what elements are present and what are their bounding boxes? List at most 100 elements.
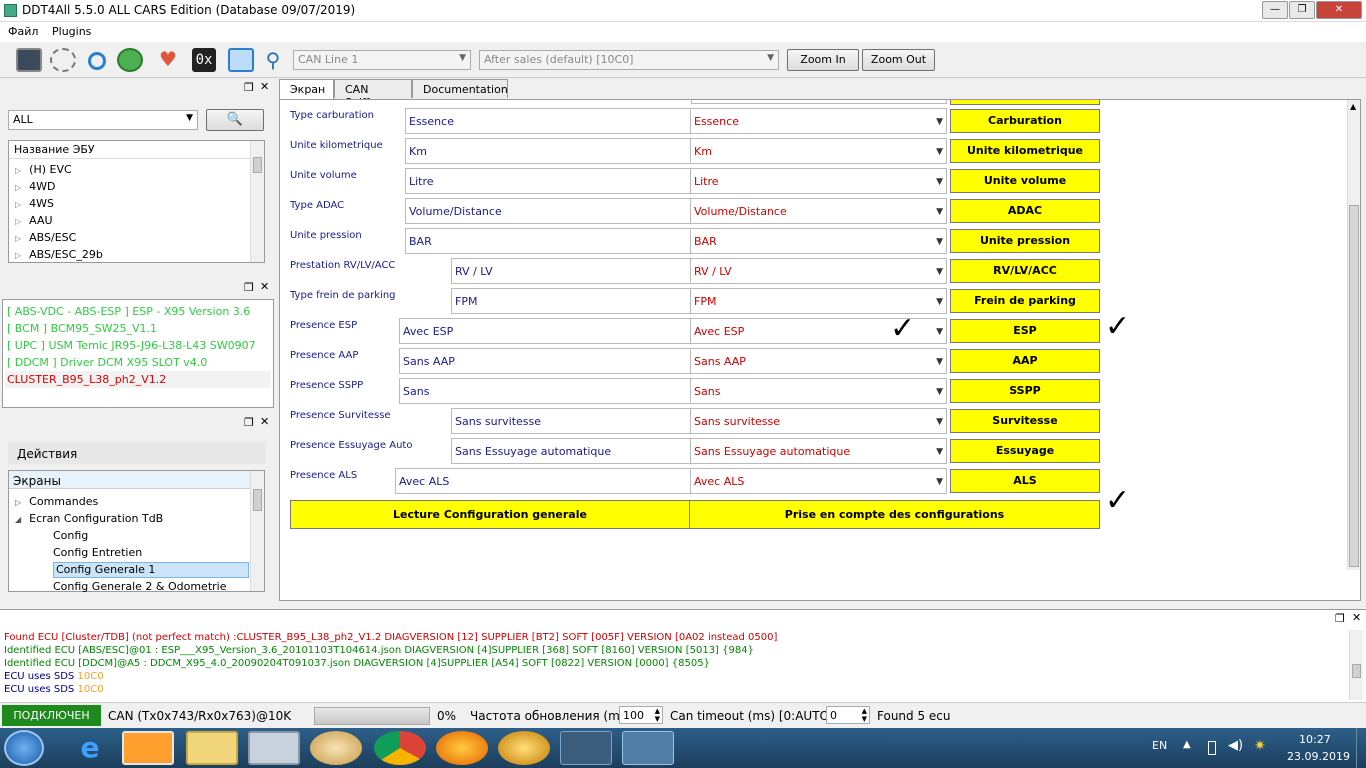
config-row-write-button[interactable]: SSPP	[950, 379, 1100, 403]
config-row-write-button[interactable]: Carburation	[950, 109, 1100, 133]
ecu-list-item[interactable]: [ ABS-VDC - ABS-ESP ] ESP - X95 Version …	[5, 303, 271, 320]
ecu-tree-item[interactable]: ▷ 4WD	[15, 178, 250, 195]
apply-config-button[interactable]: Prise en compte des configurations	[689, 500, 1100, 529]
network-search-icon[interactable]	[228, 48, 254, 72]
screens-tree-item[interactable]: Config Generale 2 & Odometrie	[15, 578, 250, 595]
can-line-select[interactable]: CAN Line 1 ▼	[293, 50, 471, 70]
config-row-select[interactable]: Litre ▼	[690, 168, 947, 194]
zoom-out-button[interactable]: Zoom Out	[862, 49, 935, 71]
menu-file[interactable]: Файл	[8, 25, 38, 38]
ecu-search-button[interactable]: 🔍	[206, 109, 264, 131]
maximize-button[interactable]: ❐	[1289, 1, 1315, 19]
battery-icon[interactable]	[1208, 741, 1216, 755]
ecu-list-item[interactable]: [ UPC ] USM Temic JR95-J96-L38-L43 SW090…	[5, 337, 271, 354]
config-row-select[interactable]: Sans ▼	[690, 378, 947, 404]
config-row-write-button[interactable]: Frein de parking	[950, 289, 1100, 313]
expand-arrow-icon[interactable]: ▷	[15, 217, 21, 226]
ddt4all-taskbar-icon[interactable]	[622, 731, 674, 765]
explorer-icon[interactable]	[186, 731, 238, 765]
scroll-up-icon[interactable]: ▲	[1350, 102, 1356, 111]
chrome-icon[interactable]	[374, 731, 426, 765]
ecu-list-item[interactable]: CLUSTER_B95_L38_ph2_V1.2	[5, 371, 271, 388]
config-row-write-button[interactable]: Unite pression	[950, 229, 1100, 253]
spin-arrows-icon[interactable]: ▲ ▼	[862, 707, 867, 723]
expand-arrow-icon[interactable]: ▷	[15, 166, 21, 175]
config-row-select[interactable]: Sans Essuyage automatique ▼	[690, 438, 947, 464]
clock-time[interactable]: 10:27	[1299, 733, 1331, 746]
dock-close-icon[interactable]: ✕	[260, 80, 269, 93]
dock-close-icon[interactable]: ✕	[1352, 611, 1361, 624]
ecu-filter-select[interactable]: ALL ▼	[8, 110, 198, 130]
dock-close-icon[interactable]: ✕	[260, 415, 269, 428]
config-row-select[interactable]: Km ▼	[690, 138, 947, 164]
timeout-spinbox[interactable]: 0 ▲ ▼	[826, 706, 870, 724]
expand-arrow-icon[interactable]: ▷	[15, 183, 21, 192]
config-row-write-button[interactable]: Survitesse	[950, 409, 1100, 433]
ecu-tree-scrollbar[interactable]	[250, 141, 264, 262]
network-icon[interactable]: ✷	[1254, 738, 1266, 754]
main-scrollbar[interactable]: ▲	[1347, 100, 1360, 570]
config-row-write-button[interactable]: ADAC	[950, 199, 1100, 223]
session-select[interactable]: After sales (default) [10C0] ▼	[479, 50, 779, 70]
config-row-select[interactable]: Essence ▼	[690, 108, 947, 134]
refresh-icon[interactable]	[88, 52, 106, 70]
spin-arrows-icon[interactable]: ▲ ▼	[655, 707, 660, 723]
config-row-select[interactable]: Avec ALS ▼	[690, 468, 947, 494]
dock-float-icon[interactable]: ❐	[244, 81, 254, 94]
refresh-spinbox[interactable]: 100 ▲ ▼	[619, 706, 663, 724]
config-row-write-button[interactable]: RV/LV/ACC	[950, 259, 1100, 283]
config-row-select[interactable]: BAR ▼	[690, 228, 947, 254]
expand-arrow-icon[interactable]: ◢	[15, 515, 21, 524]
log-scrollbar[interactable]	[1349, 630, 1363, 700]
start-button[interactable]	[4, 730, 44, 766]
volume-icon[interactable]: ◀)	[1228, 738, 1243, 753]
ecu-tree-item[interactable]: ▷ ABS/ESC	[15, 229, 250, 246]
screens-tree-item[interactable]: ◢ Ecran Configuration TdB	[15, 510, 250, 527]
close-button[interactable]: ✕	[1316, 1, 1362, 19]
firefox-icon[interactable]	[436, 731, 488, 765]
tab-documentation[interactable]: Documentation	[412, 79, 508, 98]
expand-arrow-icon[interactable]: ▷	[15, 234, 21, 243]
ecu-list-item[interactable]: [ BCM ] BCM95_SW25_V1.1	[5, 320, 271, 337]
expand-arrow-icon[interactable]: ▷	[15, 251, 21, 260]
screens-tree-item[interactable]: ▷ Commandes	[15, 493, 250, 510]
dock-float-icon[interactable]: ❐	[244, 416, 254, 429]
screens-tree-item[interactable]: Config	[15, 527, 250, 544]
config-row-write-button[interactable]: ALS	[950, 469, 1100, 493]
menu-plugins[interactable]: Plugins	[52, 25, 91, 38]
ecu-list-item[interactable]: [ DDCM ] Driver DCM X95 SLOT v4.0	[5, 354, 271, 371]
expand-arrow-icon[interactable]: ▷	[15, 200, 21, 209]
ecu-tree-item[interactable]: ▷ 4WS	[15, 195, 250, 212]
hex-toggle-icon[interactable]: 0x	[192, 48, 216, 72]
app-gear-icon[interactable]	[498, 731, 550, 765]
expand-arrow-icon[interactable]: ▷	[15, 498, 21, 507]
config-row-select[interactable]: Sans AAP ▼	[690, 348, 947, 374]
config-row-write-button[interactable]: AAP	[950, 349, 1100, 373]
ie-icon[interactable]: e	[64, 731, 116, 765]
gear-icon[interactable]	[50, 48, 76, 72]
screens-scrollbar[interactable]	[250, 471, 264, 591]
calculator-icon[interactable]	[248, 731, 300, 765]
dock-float-icon[interactable]: ❐	[244, 281, 254, 294]
zoom-in-button[interactable]: Zoom In	[787, 49, 859, 71]
dock-close-icon[interactable]: ✕	[260, 280, 269, 293]
media-player-icon[interactable]	[122, 731, 174, 765]
screens-tree-item[interactable]: Config Generale 1	[15, 561, 250, 578]
config-row-write-button[interactable]: Essuyage	[950, 439, 1100, 463]
heart-monitor-icon[interactable]: ♥	[155, 48, 181, 72]
show-desktop-button[interactable]	[1356, 728, 1366, 768]
check-engine-icon[interactable]	[560, 731, 612, 765]
ecu-tree-item[interactable]: ▷ AAU	[15, 212, 250, 229]
monitor-icon[interactable]	[16, 48, 42, 72]
config-row-select[interactable]: Sans survitesse ▼	[690, 408, 947, 434]
read-config-button[interactable]: Lecture Configuration generale	[290, 500, 690, 529]
config-row-select[interactable]: Volume/Distance ▼	[690, 198, 947, 224]
paint-icon[interactable]	[310, 731, 362, 765]
ecu-tree-item[interactable]: ▷ ABS/ESC_29b	[15, 246, 250, 263]
screens-tree-item[interactable]: Config Entretien	[15, 544, 250, 561]
config-row-write-button[interactable]: Unite kilometrique	[950, 139, 1100, 163]
scroll-thumb[interactable]	[1349, 205, 1359, 567]
dock-float-icon[interactable]: ❐	[1335, 612, 1345, 625]
config-row-write-button[interactable]: ESP	[950, 319, 1100, 343]
plug-icon[interactable]: ⚲	[260, 48, 286, 72]
